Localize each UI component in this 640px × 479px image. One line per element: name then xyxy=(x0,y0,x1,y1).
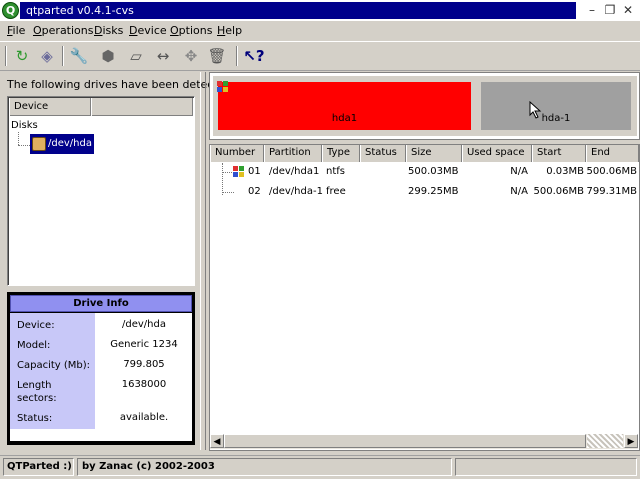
menu-device-label: evice xyxy=(137,24,167,37)
toolbar-separator xyxy=(236,46,238,66)
partition-block-hda1[interactable]: hda1 xyxy=(218,82,471,130)
menu-options[interactable]: Options xyxy=(170,24,212,38)
device-tree-header: Device xyxy=(9,98,193,116)
column-header-status[interactable]: Status xyxy=(360,145,406,162)
commit-icon[interactable]: ↻ xyxy=(11,46,33,66)
cell-type: ntfs xyxy=(326,166,345,177)
move-icon[interactable]: ✥ xyxy=(180,46,202,66)
info-label-length: Length sectors: xyxy=(17,380,57,404)
tree-line xyxy=(18,132,19,145)
menu-operations[interactable]: Operations xyxy=(33,24,94,38)
menu-operations-mnemonic: O xyxy=(33,24,42,37)
scrollbar-track[interactable] xyxy=(587,434,623,448)
device-column-header[interactable]: Device xyxy=(9,98,91,116)
menu-operations-label: perations xyxy=(41,24,94,37)
table-row[interactable]: 01 /dev/hda1 ntfs 500.03MB N/A 0.03MB 50… xyxy=(210,164,638,182)
tree-line xyxy=(18,145,30,146)
column-header-partition[interactable]: Partition xyxy=(264,145,322,162)
hard-disk-icon xyxy=(32,137,46,151)
info-value-status: available. xyxy=(119,412,169,423)
partition-block-label: hda1 xyxy=(331,113,358,124)
cell-type: free xyxy=(326,186,346,197)
cell-size: 500.03MB xyxy=(408,166,459,177)
menu-options-mnemonic: O xyxy=(170,24,179,37)
cell-end: 799.31MB xyxy=(586,186,637,197)
info-label-model: Model: xyxy=(17,340,51,351)
column-header-number[interactable]: Number xyxy=(210,145,264,162)
toolbar xyxy=(0,41,640,71)
drive-info-title: Drive Info xyxy=(10,295,192,312)
menu-file-label: ile xyxy=(12,24,26,37)
create-icon[interactable]: ⬢ xyxy=(97,46,119,66)
disk-icon[interactable]: ◈ xyxy=(36,46,58,66)
qtparted-app-icon[interactable]: Q xyxy=(2,2,19,19)
resize-icon[interactable]: ↔ xyxy=(152,46,174,66)
cell-start: 0.03MB xyxy=(546,166,584,177)
minimize-icon[interactable]: – xyxy=(584,2,600,18)
info-label-device: Device: xyxy=(17,320,55,331)
scroll-left-icon[interactable]: ◀ xyxy=(210,434,224,448)
status-app-name: QTParted :) xyxy=(3,458,74,476)
toolbar-separator xyxy=(62,46,64,66)
window-title: qtparted v0.4.1-cvs xyxy=(26,4,134,17)
info-value-model: Generic 1234 xyxy=(110,339,178,350)
menu-device[interactable]: Device xyxy=(129,24,167,38)
format-icon[interactable]: ▱ xyxy=(125,46,147,66)
tree-disks-root[interactable]: Disks xyxy=(11,120,38,131)
windows-flag-icon xyxy=(217,81,228,92)
mouse-cursor-icon xyxy=(529,101,542,119)
column-header-start[interactable]: Start xyxy=(532,145,586,162)
close-icon[interactable]: ✕ xyxy=(620,2,636,18)
cell-used-space: N/A xyxy=(510,166,528,177)
pane-splitter[interactable] xyxy=(200,72,206,450)
status-credits: by Zanac (c) 2002-2003 xyxy=(77,458,452,476)
scroll-right-icon[interactable]: ▶ xyxy=(624,434,638,448)
status-empty-field xyxy=(455,458,637,476)
restore-icon[interactable]: ❐ xyxy=(602,2,618,18)
info-value-capacity: 799.805 xyxy=(123,359,165,370)
cell-partition: /dev/hda1 xyxy=(269,166,320,177)
whats-this-icon[interactable]: ↖? xyxy=(243,46,265,66)
column-header-size[interactable]: Size xyxy=(406,145,462,162)
cell-partition: /dev/hda-1 xyxy=(269,186,323,197)
partition-block-free[interactable]: hda-1 xyxy=(481,82,631,130)
cell-size: 299.25MB xyxy=(408,186,459,197)
partition-table-header: Number Partition Type Status Size Used s… xyxy=(210,145,639,162)
cell-start: 500.06MB xyxy=(533,186,584,197)
menu-file[interactable]: File xyxy=(7,24,25,38)
cell-end: 500.06MB xyxy=(586,166,637,177)
menu-disks[interactable]: Disks xyxy=(94,24,123,38)
toolbar-handle[interactable] xyxy=(5,46,7,66)
info-value-length: 1638000 xyxy=(121,379,167,390)
menu-disks-label: isks xyxy=(102,24,124,37)
scrollbar-thumb[interactable] xyxy=(224,434,586,448)
info-label-capacity: Capacity (Mb): xyxy=(17,360,91,371)
column-header-type[interactable]: Type xyxy=(322,145,360,162)
delete-icon[interactable]: 🗑 xyxy=(206,46,228,66)
column-header-used-space[interactable]: Used space xyxy=(462,145,532,162)
cell-number: 01 xyxy=(248,166,261,177)
app-icon-letter: Q xyxy=(5,4,16,17)
properties-icon[interactable]: 🔧 xyxy=(68,46,90,66)
partition-block-label: hda-1 xyxy=(541,113,571,124)
cell-used-space: N/A xyxy=(510,186,528,197)
info-value-device: /dev/hda xyxy=(122,319,166,330)
table-row[interactable]: 02 /dev/hda-1 free 299.25MB N/A 500.06MB… xyxy=(210,184,638,202)
empty-column-header[interactable] xyxy=(91,98,193,116)
column-header-end[interactable]: End xyxy=(586,145,639,162)
menu-help-label: elp xyxy=(225,24,243,37)
info-label-status: Status: xyxy=(17,413,53,424)
menu-options-label: ptions xyxy=(178,24,213,37)
cell-number: 02 xyxy=(248,186,261,197)
menu-help[interactable]: Help xyxy=(217,24,242,38)
